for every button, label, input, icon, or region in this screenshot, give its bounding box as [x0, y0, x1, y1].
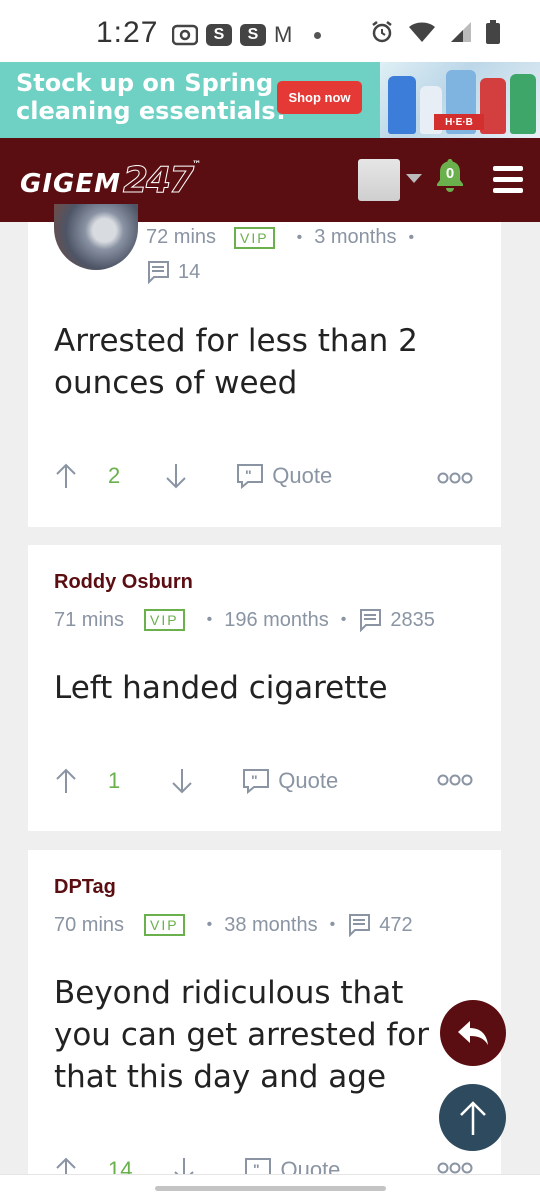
ad-headline: Stock up on Spring cleaning essentials! [16, 69, 287, 125]
post-actions: 2 " Quote [54, 462, 474, 490]
menu-icon[interactable] [493, 166, 523, 199]
ad-shop-now-button[interactable]: Shop now [277, 81, 362, 114]
ad-product-image: H·E·B [380, 62, 540, 138]
post-body: Beyond ridiculous that you can get arres… [54, 975, 429, 1095]
more-options-icon[interactable] [437, 1162, 473, 1174]
post-time: 72 mins [146, 226, 217, 248]
post-username[interactable]: Roddy Osburn [54, 571, 193, 594]
status-bar: 1:27 S S M [0, 0, 540, 62]
site-logo[interactable]: GIGEM247™ [20, 160, 202, 202]
quote-icon: " [243, 769, 270, 794]
forum-post: 72 mins VIP • 3 months • 14 Arrested for… [28, 204, 501, 527]
wifi-icon [409, 22, 435, 42]
comment-icon [349, 914, 371, 937]
quote-button[interactable]: " Quote [236, 463, 332, 489]
svg-text:": " [245, 467, 252, 483]
post-actions: 1 " Quote [54, 767, 474, 795]
vip-badge: VIP [144, 609, 185, 631]
comment-icon [148, 261, 169, 284]
post-username[interactable]: DPTag [54, 876, 116, 899]
user-avatar-button[interactable] [358, 159, 400, 201]
vip-badge: VIP [234, 226, 275, 249]
reply-button[interactable] [440, 1000, 506, 1066]
vote-count: 1 [108, 768, 121, 793]
quote-button[interactable]: " Quote [242, 768, 338, 794]
post-body: Arrested for less than 2 ounces of weed [54, 323, 418, 401]
downvote-arrow-icon[interactable] [164, 462, 188, 490]
dot-icon [314, 31, 322, 39]
ad-banner[interactable]: Stock up on Spring cleaning essentials! … [0, 62, 540, 138]
upvote-arrow-icon[interactable] [54, 767, 78, 795]
post-meta: 72 mins VIP • 3 months • [146, 226, 415, 249]
upvote-arrow-icon[interactable] [54, 462, 78, 490]
post-time: 71 mins [54, 608, 125, 631]
gmail-icon: M [274, 22, 293, 47]
forum-post: DPTag 70 mins VIP • 38 months • 472 Beyo… [28, 850, 501, 1183]
forum-post: Roddy Osburn 71 mins VIP • 196 months • … [28, 545, 501, 831]
post-comment-count: 14 [146, 260, 200, 284]
vip-badge: VIP [144, 914, 185, 936]
s-app-icon: S [206, 24, 232, 46]
battery-icon [486, 20, 500, 44]
system-nav-bar [0, 1174, 540, 1200]
heb-logo: H·E·B [434, 114, 484, 130]
avatar[interactable] [54, 204, 138, 270]
more-options-icon[interactable] [437, 472, 473, 484]
comment-count: 472 [379, 913, 413, 936]
member-tenure: 3 months [314, 226, 397, 248]
radio-icon [172, 24, 198, 46]
member-tenure: 38 months [224, 913, 318, 936]
notification-count: 0 [445, 165, 455, 182]
chevron-down-icon[interactable] [406, 174, 422, 183]
quote-icon: " [237, 464, 264, 489]
arrow-up-icon [459, 1100, 486, 1135]
more-options-icon[interactable] [437, 774, 473, 786]
gesture-handle[interactable] [155, 1186, 386, 1191]
status-notification-icons: S S M [172, 22, 322, 48]
status-system-icons [370, 20, 500, 44]
status-time: 1:27 [96, 16, 159, 49]
reply-icon [458, 1021, 488, 1045]
signal-icon [451, 22, 471, 42]
post-body: Left handed cigarette [54, 670, 388, 706]
scroll-to-top-button[interactable] [439, 1084, 506, 1151]
post-time: 70 mins [54, 913, 125, 936]
comment-count: 2835 [390, 608, 435, 631]
alarm-icon [372, 21, 392, 43]
comment-icon [360, 609, 382, 632]
vote-count: 2 [108, 463, 121, 488]
downvote-arrow-icon[interactable] [170, 767, 194, 795]
post-meta: 71 mins VIP • 196 months • 2835 [54, 608, 435, 632]
post-meta: 70 mins VIP • 38 months • 472 [54, 913, 413, 937]
s-app-icon: S [240, 24, 266, 46]
member-tenure: 196 months [224, 608, 329, 631]
svg-text:": " [251, 772, 258, 788]
